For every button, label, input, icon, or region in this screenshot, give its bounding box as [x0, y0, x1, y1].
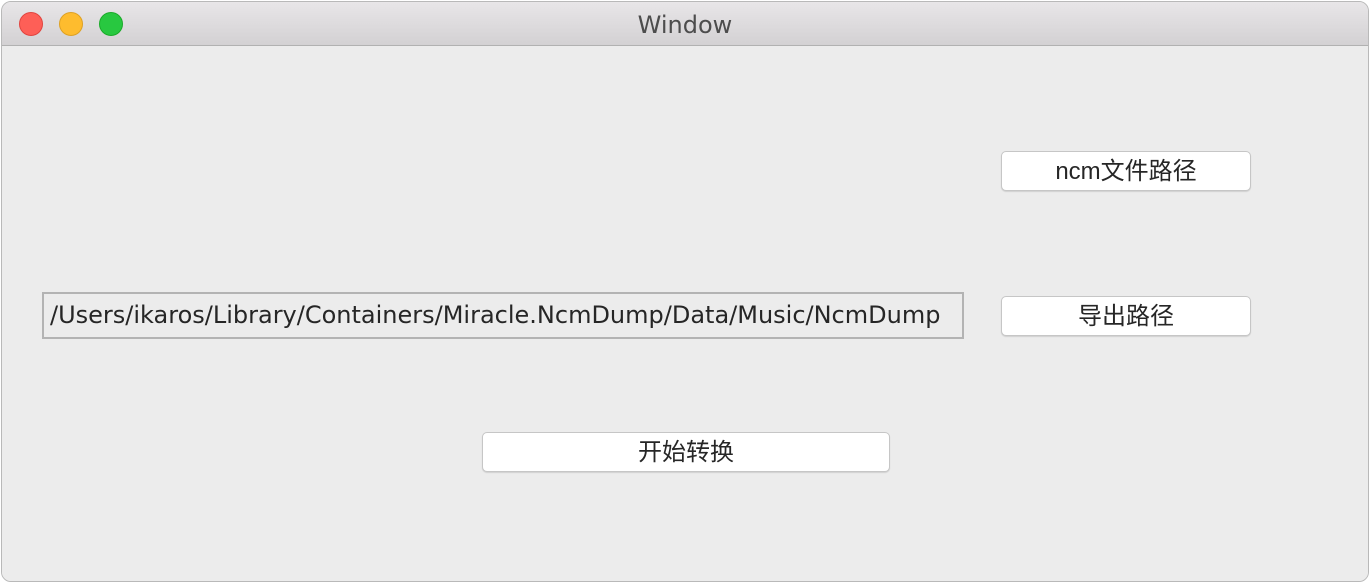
export-path-button[interactable]: 导出路径: [1001, 296, 1251, 336]
window-title: Window: [637, 11, 733, 39]
title-bar[interactable]: Window: [2, 2, 1368, 46]
start-convert-button[interactable]: 开始转换: [482, 432, 890, 472]
ncm-file-path-button[interactable]: ncm文件路径: [1001, 151, 1251, 191]
export-path-field[interactable]: /Users/ikaros/Library/Containers/Miracle…: [42, 292, 964, 339]
app-window: Window ncm文件路径 /Users/ikaros/Library/Con…: [1, 1, 1369, 582]
main-content: ncm文件路径 /Users/ikaros/Library/Containers…: [2, 46, 1368, 581]
